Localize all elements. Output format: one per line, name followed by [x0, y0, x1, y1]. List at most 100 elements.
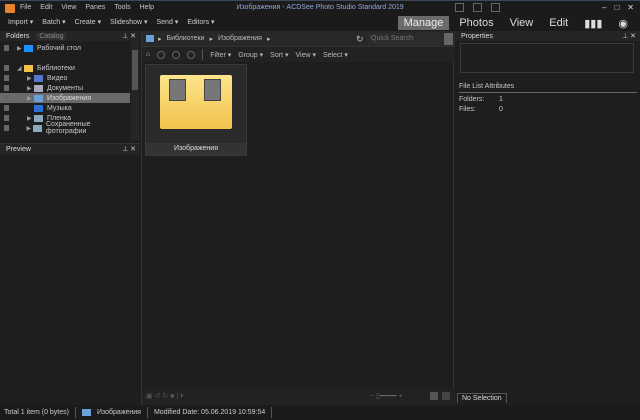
close-icon[interactable]: ✕ [627, 3, 634, 12]
tree-item[interactable]: ▶ Сохраненные фотографии [0, 121, 130, 135]
develop-eye-icon[interactable]: ◉ [612, 16, 634, 31]
folder-icon [34, 74, 43, 82]
title-bar: File Edit View Panes Tools Help Изображе… [0, 0, 640, 15]
status-bar: Total 1 item (0 bytes) Изображения Modif… [0, 405, 640, 420]
thumbnail-view-icon[interactable] [430, 392, 438, 400]
editors-button[interactable]: Editors ▾ [187, 18, 214, 26]
right-pane-toggle-icon[interactable] [491, 3, 500, 12]
send-button[interactable]: Send ▾ [157, 18, 179, 26]
tree-item[interactable]: ▶ Изображения [0, 93, 130, 103]
import-button[interactable]: Import ▾ [8, 18, 33, 26]
sort-menu[interactable]: Sort ▾ [270, 51, 288, 59]
scroll-thumb[interactable] [132, 50, 138, 90]
computer-icon [146, 35, 154, 42]
mode-edit[interactable]: Edit [543, 16, 574, 30]
details-view-icon[interactable] [442, 392, 450, 400]
tree-item-label: Сохраненные фотографии [45, 121, 91, 135]
tree-item[interactable]: ▶ Документы [0, 83, 130, 93]
section-header: File List Attributes [459, 83, 637, 93]
group-menu[interactable]: Group ▾ [238, 51, 263, 59]
dashboard-icon[interactable]: ▮▮▮ [578, 16, 608, 31]
folder-icon [34, 104, 43, 112]
folder-image-icon [81, 409, 91, 416]
bookmark-marker-icon [4, 125, 9, 131]
folder-icon [24, 44, 33, 52]
expand-arrow-icon[interactable]: ▶ [27, 85, 34, 92]
filter-bar: ⌂ Filter ▾ Group ▾ Sort ▾ View ▾ Select … [142, 47, 455, 62]
mode-view[interactable]: View [504, 16, 540, 30]
minimize-icon[interactable]: – [602, 3, 606, 12]
tree-item[interactable]: ▶ Видео [0, 73, 130, 83]
tab-folders[interactable]: Folders [3, 33, 32, 40]
files-label: Files: [459, 106, 476, 113]
folder-icon [34, 84, 43, 92]
search-dropdown-button[interactable] [444, 33, 453, 45]
file-browser: ▸ Библиотеки ▸ Изображения ▸ ↻ Quick Search… [141, 31, 455, 405]
bookmark-marker-icon [4, 65, 9, 71]
left-pane-toggle-icon[interactable] [455, 3, 464, 12]
filter-menu[interactable]: Filter ▾ [210, 51, 231, 59]
refresh-icon[interactable]: ↻ [356, 34, 364, 45]
tab-no-selection[interactable]: No Selection [457, 393, 507, 403]
tree-item-label: Документы [47, 84, 84, 92]
bookmark-marker-icon [4, 75, 9, 81]
tree-item-label: Музыка [47, 104, 72, 112]
expand-arrow-icon[interactable]: ▶ [27, 95, 34, 102]
folders-label: Folders: [459, 96, 485, 103]
folder-icon [34, 94, 43, 102]
pin-close-icon[interactable]: ⊥ ✕ [622, 32, 636, 40]
quick-search-input[interactable]: Quick Search [368, 33, 443, 45]
layout-toggles [455, 3, 500, 12]
maximize-icon[interactable]: □ [614, 3, 619, 12]
folders-pane: Folders Catalog ⊥ ✕ ▶ Рабочий стол ◢ Библио… [0, 31, 140, 143]
tree-item-label: Рабочий стол [37, 44, 81, 52]
slideshow-button[interactable]: Slideshow ▾ [110, 18, 147, 26]
status-folder: Изображения [96, 409, 141, 416]
batch-button[interactable]: Batch ▾ [42, 18, 65, 26]
tree-item-label: Изображения [47, 94, 91, 102]
bookmark-marker-icon [4, 45, 9, 51]
folder-icon [160, 75, 232, 129]
tree-item[interactable]: ▶ Рабочий стол [0, 43, 130, 53]
zoom-slider[interactable]: − ▯━━━━ + [370, 392, 403, 400]
mode-photos[interactable]: Photos [453, 16, 499, 30]
preview-title: Preview [6, 145, 31, 153]
create-button[interactable]: Create ▾ [75, 18, 101, 26]
expand-arrow-icon[interactable]: ◢ [17, 65, 24, 72]
toolbar: Import ▾ Batch ▾ Create ▾ Slideshow ▾ Se… [0, 15, 640, 31]
mode-manage[interactable]: Manage [397, 16, 450, 30]
view-menu[interactable]: View ▾ [295, 51, 316, 59]
expand-arrow-icon[interactable]: ▶ [27, 115, 34, 122]
home-icon[interactable]: ⌂ [146, 51, 150, 58]
tab-catalog[interactable]: Catalog [36, 32, 67, 40]
up-icon[interactable] [187, 50, 196, 59]
tree-item-label: Библиотеки [37, 64, 75, 72]
preview-pane: Preview ⊥ ✕ [0, 143, 140, 405]
bookmark-marker-icon [4, 115, 9, 121]
folder-icon [24, 64, 33, 72]
expand-arrow-icon[interactable]: ▶ [27, 125, 34, 132]
tree-item-label: Видео [47, 74, 68, 82]
back-icon[interactable] [157, 50, 166, 59]
pin-close-icon[interactable]: ⊥ ✕ [122, 32, 136, 40]
forward-icon[interactable] [172, 50, 181, 59]
folder-icon [33, 124, 42, 132]
window-title: Изображения - ACDSee Photo Studio Standa… [236, 4, 404, 11]
bookmark-marker-icon [4, 85, 9, 91]
pin-close-icon[interactable]: ⊥ ✕ [122, 145, 136, 153]
rotate-tools-icon[interactable]: ▣ ↺ ↻ ■ | ⏵ [146, 392, 184, 401]
bottom-pane-toggle-icon[interactable] [473, 3, 482, 12]
folder-thumbnail[interactable]: Изображения [145, 64, 247, 156]
bookmark-marker-icon [4, 105, 9, 111]
files-value: 0 [499, 106, 503, 113]
breadcrumb-libraries[interactable]: Библиотеки [167, 35, 205, 43]
window-controls: – □ ✕ [602, 3, 634, 12]
tree-item[interactable]: Музыка [0, 103, 130, 113]
expand-arrow-icon[interactable]: ▶ [17, 45, 24, 52]
tree-item[interactable]: ◢ Библиотеки [0, 63, 130, 73]
breadcrumb-images[interactable]: Изображения [218, 35, 262, 43]
folder-icon [34, 114, 43, 122]
expand-arrow-icon[interactable]: ▶ [27, 75, 34, 82]
browser-bottom-bar: ▣ ↺ ↻ ■ | ⏵ − ▯━━━━ + [142, 389, 455, 405]
select-menu[interactable]: Select ▾ [323, 51, 348, 59]
